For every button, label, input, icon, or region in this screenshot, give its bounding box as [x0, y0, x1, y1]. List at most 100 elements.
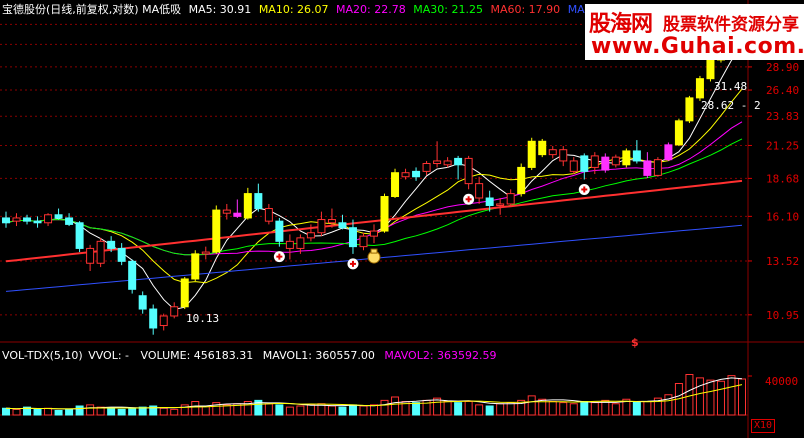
candlestick [359, 232, 368, 251]
candlestick [338, 214, 347, 230]
candle-body [191, 253, 200, 280]
candle-body [317, 219, 326, 234]
volume-bar [285, 406, 294, 416]
candle-body [285, 240, 294, 249]
candle-body [580, 155, 589, 172]
candlestick [12, 213, 21, 227]
candlestick [254, 183, 263, 212]
volume-bar [264, 403, 273, 416]
candle-body [706, 59, 715, 80]
volume-bar [485, 405, 494, 416]
candle-body [548, 149, 557, 156]
volume-bar [706, 379, 715, 416]
period-label: (日线,前复权,对数) [46, 3, 139, 16]
volume-bar [370, 404, 378, 416]
buy-signal-icon [463, 193, 475, 205]
candlestick [191, 250, 200, 282]
candle-body [527, 140, 536, 168]
candle-body [475, 183, 484, 199]
volume-bar [496, 403, 505, 416]
volume-bar [12, 408, 21, 416]
candle-body [695, 78, 704, 99]
volume-bar [380, 399, 389, 416]
candlestick [643, 152, 652, 179]
candlestick [548, 146, 557, 159]
candle-body [559, 149, 568, 162]
volume-bar [170, 408, 179, 416]
buy-signal-icon [578, 183, 590, 195]
volume-bar [44, 407, 53, 416]
candlestick [348, 219, 357, 254]
volume-bars [2, 374, 746, 416]
volume-bar [191, 401, 200, 416]
volume-bar [464, 401, 473, 416]
candle-body [33, 220, 42, 224]
candle-body [391, 172, 400, 198]
candle-body [2, 217, 10, 224]
candle-body [359, 235, 368, 248]
mavol2-value: MAVOL2: 363592.59 [384, 349, 497, 362]
volume-bar [33, 408, 42, 416]
candlestick [391, 168, 400, 198]
volume-header: VOL-TDX(5,10) VVOL: - VOLUME: 456183.31 … [2, 349, 497, 362]
candlestick [380, 193, 389, 233]
ma10-value: MA10: 26.07 [258, 3, 329, 16]
candlestick [180, 276, 189, 310]
candle-body [569, 160, 578, 172]
indicator-name: MA低吸 [142, 3, 182, 16]
buy-signal-icon [273, 251, 285, 263]
price-axis: 34.1331.5628.9026.4023.8321.2518.6816.10… [748, 18, 799, 377]
candle-body [75, 222, 84, 249]
price-tick-label: 16.10 [766, 210, 799, 223]
candlestick [33, 216, 42, 228]
candle-body [611, 156, 620, 166]
volume-bar [727, 375, 736, 416]
candle-body [138, 295, 147, 310]
volume-bar [338, 406, 347, 416]
candlestick [580, 153, 589, 180]
volume-bar [454, 402, 463, 416]
volume-bar [443, 401, 452, 416]
candle-body [643, 160, 652, 176]
candle-body [454, 157, 463, 166]
volume-bar [548, 401, 557, 416]
money-bag-icon [367, 248, 381, 264]
candlestick [601, 153, 610, 173]
candle-body [601, 156, 610, 171]
candlestick [401, 168, 410, 180]
dollar-marker: $ [631, 336, 639, 349]
volume-bar [643, 401, 652, 416]
candle-body [296, 237, 305, 249]
candlestick [128, 259, 137, 294]
candlestick [2, 211, 10, 228]
volume-bar [475, 404, 484, 416]
volume-bar [359, 405, 368, 416]
candlestick [275, 217, 284, 247]
candlestick [664, 142, 673, 161]
volume-bar [685, 374, 694, 416]
candle-body [180, 278, 189, 308]
candle-body [86, 247, 95, 264]
volume-bar [2, 407, 10, 416]
candle-body [348, 227, 357, 248]
candlestick [212, 205, 221, 254]
candlestick [454, 155, 463, 180]
candle-body [370, 230, 378, 237]
high-price-annotation: 31.48 [714, 80, 748, 93]
candle-body [306, 232, 315, 239]
candle-body [264, 208, 273, 222]
candle-body [485, 197, 494, 206]
stock-chart-window[interactable]: 34.1331.5628.9026.4023.8321.2518.6816.10… [0, 0, 804, 438]
candle-body [12, 217, 21, 222]
candle-body [23, 217, 32, 222]
site-watermark: 股海网 股票软件资源分享 www.Guhai.com.cn [585, 4, 804, 60]
candle-body [401, 172, 410, 178]
ma30-value: MA30: 21.25 [413, 3, 483, 16]
price-tick-label: 13.52 [766, 255, 799, 268]
volume-bar [306, 404, 315, 416]
price-tick-label: 23.83 [766, 110, 799, 123]
candle-body [44, 214, 53, 224]
candlestick [201, 246, 210, 260]
volume-bar [695, 377, 704, 416]
candle-body [107, 240, 116, 249]
